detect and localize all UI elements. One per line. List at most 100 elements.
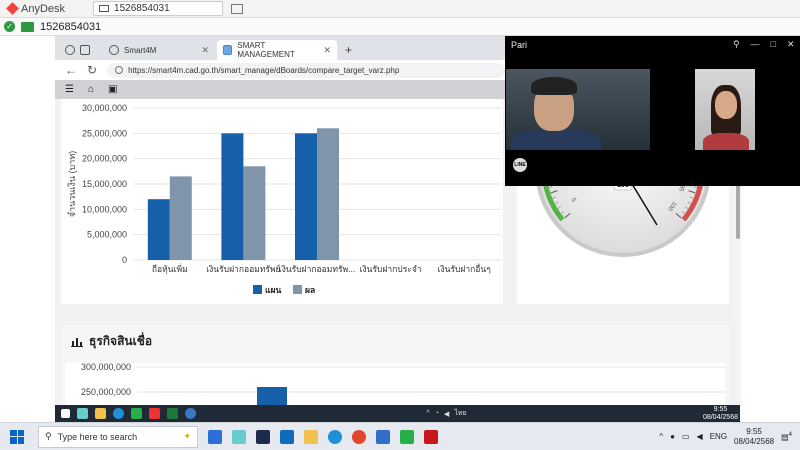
menu-icon[interactable]: ☰ (65, 84, 74, 95)
remote-desktop[interactable]: Smart4M ✕ SMART MANAGEMENT ✕ + ← ↻ https… (0, 36, 800, 422)
chrome-icon[interactable] (185, 408, 196, 419)
outlook-icon[interactable] (280, 429, 294, 444)
microphone-icon[interactable]: ● (670, 432, 675, 441)
anydesk-titlebar: AnyDesk 1526854031 (0, 0, 800, 18)
photoshop-icon[interactable] (256, 429, 270, 444)
anydesk-logo-icon (6, 2, 19, 15)
bar-plan (147, 199, 170, 260)
search-input[interactable]: ⚲ Type here to search ✦ (38, 425, 198, 448)
back-arrow-icon[interactable]: ← (65, 63, 77, 77)
new-tab-icon[interactable]: + (339, 43, 358, 60)
profile-icon[interactable] (65, 45, 75, 55)
bar-chart-icon (71, 337, 83, 347)
notification-count: 4 (788, 431, 792, 438)
url-bar[interactable]: https://smart4m.cad.go.th/smart_manage/d… (107, 62, 505, 78)
volume-icon[interactable]: ◀ (444, 410, 449, 418)
category-label: เงินรับฝากประจำ (360, 264, 422, 274)
tray-chevron-icon[interactable]: ^ (659, 432, 663, 441)
remote-lang-indicator[interactable]: ไทย (454, 408, 466, 419)
local-clock[interactable]: 9:55 08/04/2568 (734, 427, 774, 447)
credit-title-text: ธุรกิจสินเชื่อ (89, 334, 153, 348)
line-icon[interactable] (131, 408, 142, 419)
close-icon[interactable]: ✕ (787, 39, 795, 50)
category-label: เงินรับฝากออมทรัพย์ (206, 264, 280, 274)
participant-video-1 (506, 69, 650, 150)
local-time: 9:55 (746, 426, 762, 436)
copilot-icon[interactable] (77, 408, 88, 419)
video-call-window: Pari ⚲ — □ ✕ LINE (505, 36, 800, 186)
credit-chart-area: 300,000,000 250,000,000 (65, 362, 725, 405)
y-axis-label: จำนวนเงิน (บาท) (67, 151, 77, 218)
bar-actual (169, 176, 192, 260)
credit-section: ธุรกิจสินเชื่อ 300,000,000 250,000,000 (61, 325, 729, 405)
category-label: ถือหุ้นเพิ่ม (152, 263, 188, 275)
anydesk-address-bar: ✓ 1526854031 (0, 18, 800, 36)
participant-video-2 (695, 69, 755, 150)
home-icon[interactable]: ⌂ (88, 84, 94, 95)
site-info-icon[interactable] (115, 66, 124, 74)
tab-smart4m[interactable]: Smart4M ✕ (103, 40, 215, 60)
site-favicon-icon (223, 45, 233, 55)
tab-actions-icon[interactable] (80, 45, 90, 55)
remote-system-tray: ^ ◔ ◀ ไทย (426, 408, 466, 419)
search-highlight-icon: ✦ (183, 431, 191, 441)
legend-label: ผล (305, 285, 315, 295)
tray-chevron-icon[interactable]: ^ (426, 410, 429, 417)
connected-check-icon: ✓ (4, 21, 15, 32)
edge-icon[interactable] (113, 408, 124, 419)
wifi-icon[interactable]: ◔ (435, 410, 439, 417)
windows-start-icon[interactable] (10, 429, 24, 444)
search-icon: ⚲ (45, 431, 52, 441)
minimize-icon[interactable]: — (751, 39, 760, 50)
anydesk-logo: AnyDesk (0, 2, 73, 15)
credit-bar (257, 387, 287, 405)
acrobat-icon[interactable] (424, 429, 438, 444)
network-icon[interactable]: ▭ (682, 432, 690, 441)
video-app-icon[interactable] (149, 408, 160, 419)
search-placeholder: Type here to search (57, 431, 138, 442)
remote-taskbar: ^ ◔ ◀ ไทย 9:55 08/04/2568 (55, 405, 740, 422)
line-badge-text: LINE (514, 162, 526, 168)
credit-ytick-label: 250,000,000 (81, 387, 131, 397)
language-indicator[interactable]: ENG (710, 432, 727, 441)
tab-label: SMART MANAGEMENT (237, 41, 295, 59)
local-date: 08/04/2568 (734, 436, 775, 446)
pin-icon[interactable]: ⚲ (733, 39, 740, 50)
remote-clock[interactable]: 9:55 08/04/2568 (703, 406, 740, 422)
file-explorer-icon[interactable] (95, 408, 106, 419)
notification-icon[interactable]: ▤4 (781, 432, 792, 442)
bar-plan (295, 133, 317, 260)
legend-swatch (293, 285, 302, 294)
ytick-label: 5,000,000 (87, 230, 127, 240)
deposit-chart-card: 0 5,000,000 10,000,000 15,000,000 20,000,000… (61, 99, 503, 304)
ytick-label: 10,000,000 (82, 204, 127, 214)
volume-icon[interactable]: ◀ (697, 432, 703, 441)
copilot-icon[interactable] (232, 429, 246, 444)
remote-date: 08/04/2568 (702, 413, 738, 421)
anydesk-session-tab[interactable]: 1526854031 (93, 1, 224, 16)
close-tab-icon[interactable]: ✕ (323, 45, 331, 56)
credit-bar-chart: 300,000,000 250,000,000 (81, 362, 725, 405)
monitor-icon (99, 5, 110, 12)
windows-start-icon[interactable] (61, 409, 70, 418)
close-tab-icon[interactable]: ✕ (201, 45, 209, 56)
reload-icon[interactable]: ↻ (87, 63, 97, 77)
maximize-icon[interactable]: □ (771, 39, 776, 50)
file-explorer-icon[interactable] (304, 429, 318, 444)
new-session-icon[interactable] (231, 3, 244, 14)
category-label: เงินรับฝากอื่นๆ (438, 263, 491, 274)
remote-app-icon[interactable] (376, 429, 390, 444)
ytick-label: 0 (122, 255, 127, 265)
edge-icon[interactable] (328, 429, 342, 444)
excel-icon[interactable] (167, 408, 178, 419)
bar-actual (243, 166, 266, 260)
tab-smart-management[interactable]: SMART MANAGEMENT ✕ (217, 40, 337, 60)
line-icon[interactable] (400, 429, 414, 444)
chrome-icon[interactable] (352, 429, 366, 444)
remote-address: 1526854031 (40, 20, 102, 33)
taskview-icon[interactable] (208, 429, 222, 444)
remote-monitor-icon[interactable] (21, 21, 34, 32)
ytick-label: 20,000,000 (82, 154, 127, 164)
remote-time: 9:55 (713, 405, 728, 413)
fullscreen-icon[interactable]: ▣ (108, 84, 117, 95)
